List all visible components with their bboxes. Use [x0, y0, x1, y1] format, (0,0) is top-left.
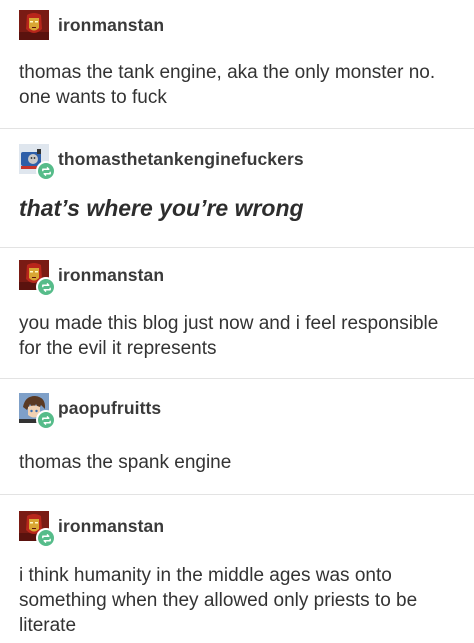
post-header: paopufruitts: [19, 391, 161, 430]
thomas-train-avatar[interactable]: [19, 144, 56, 181]
post-username[interactable]: ironmanstan: [58, 516, 164, 537]
post-header: thomasthetankenginefuckers: [19, 142, 304, 181]
reblog-icon: [36, 410, 56, 430]
post-divider: [0, 494, 474, 495]
post-header: ironmanstan: [19, 8, 164, 42]
post-text: i think humanity in the middle ages was …: [19, 565, 418, 636]
post-divider: [0, 247, 474, 248]
post-text: thomas the spank engine: [19, 452, 232, 473]
post-username[interactable]: paopufruitts: [58, 398, 161, 419]
anime-boy-avatar[interactable]: [19, 393, 56, 430]
reblog-icon: [36, 161, 56, 181]
ironman-avatar[interactable]: [19, 260, 56, 297]
reblog-icon: [36, 277, 56, 297]
post-text: thomas the tank engine, aka the only mon…: [19, 62, 436, 108]
post-username[interactable]: thomasthetankenginefuckers: [58, 149, 304, 170]
post-username[interactable]: ironmanstan: [58, 15, 164, 36]
post-text: you made this blog just now and i feel r…: [19, 313, 439, 359]
ironman-avatar[interactable]: [19, 511, 56, 548]
post-text: that’s where you’re wrong: [19, 195, 304, 221]
post-header: ironmanstan: [19, 509, 164, 548]
post-header: ironmanstan: [19, 258, 164, 297]
post-username[interactable]: ironmanstan: [58, 265, 164, 286]
post-divider: [0, 128, 474, 129]
reblog-icon: [36, 528, 56, 548]
ironman-avatar[interactable]: [19, 10, 49, 40]
post-divider: [0, 378, 474, 379]
